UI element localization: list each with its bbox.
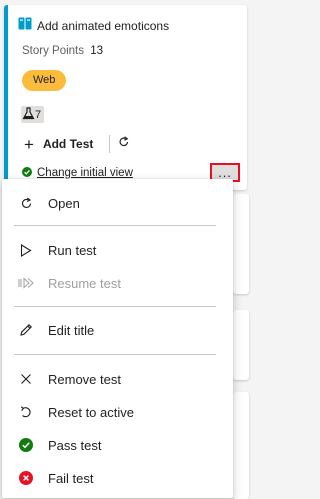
pencil-icon — [18, 322, 34, 338]
menu-item-resume-test: Resume test — [2, 268, 233, 298]
story-points-field: Story Points 13 — [22, 45, 103, 57]
play-icon — [18, 242, 34, 258]
menu-item-open[interactable]: Open — [2, 188, 233, 218]
menu-item-label: Run test — [48, 242, 97, 258]
menu-divider — [14, 354, 216, 355]
refresh-icon — [18, 195, 34, 211]
change-initial-view-link[interactable]: Change initial view — [37, 167, 133, 179]
plus-icon: + — [24, 134, 34, 154]
menu-item-reset-to-active[interactable]: Reset to active — [2, 397, 233, 427]
add-test-button[interactable]: + Add Test — [20, 133, 97, 155]
x-circle-icon — [18, 470, 34, 486]
background-card — [233, 392, 249, 499]
refresh-button[interactable] — [118, 135, 130, 153]
test-count-value: 7 — [35, 108, 42, 121]
menu-item-label: Pass test — [48, 437, 102, 453]
check-circle-icon — [18, 437, 34, 453]
context-menu: Open Run test Resume test Edit title Rem… — [2, 179, 233, 498]
menu-item-run-test[interactable]: Run test — [2, 235, 233, 265]
menu-item-remove-test[interactable]: Remove test — [2, 364, 233, 394]
flask-icon — [22, 106, 35, 123]
more-icon: ... — [218, 165, 232, 180]
menu-item-fail-test[interactable]: Fail test — [2, 463, 233, 493]
card-accent-bar — [4, 5, 8, 190]
menu-divider — [14, 225, 216, 226]
test-actions-row: + Add Test — [20, 133, 130, 155]
toolbar-separator — [109, 135, 111, 153]
work-item-card[interactable]: Add animated emoticons Story Points 13 W… — [4, 5, 247, 190]
resume-icon — [18, 275, 34, 291]
menu-item-label: Open — [48, 195, 80, 211]
menu-item-label: Reset to active — [48, 404, 134, 420]
add-test-label: Add Test — [42, 137, 94, 151]
menu-item-label: Fail test — [48, 470, 94, 486]
book-icon — [18, 17, 32, 35]
card-title-row: Add animated emoticons — [18, 17, 169, 35]
undo-icon — [18, 404, 34, 420]
background-card — [233, 310, 249, 380]
menu-divider — [14, 306, 216, 307]
refresh-icon — [118, 135, 130, 153]
menu-item-label: Resume test — [48, 275, 121, 291]
background-card — [233, 194, 249, 294]
menu-item-pass-test[interactable]: Pass test — [2, 430, 233, 460]
test-count-badge[interactable]: 7 — [21, 106, 45, 123]
card-title[interactable]: Add animated emoticons — [37, 19, 169, 33]
story-points-label: Story Points — [22, 45, 84, 57]
menu-item-edit-title[interactable]: Edit title — [2, 315, 233, 345]
close-icon — [18, 371, 34, 387]
menu-item-label: Edit title — [48, 322, 95, 338]
tag-web: Web — [22, 70, 67, 91]
menu-item-label: Remove test — [48, 371, 121, 387]
story-points-value[interactable]: 13 — [90, 45, 103, 57]
